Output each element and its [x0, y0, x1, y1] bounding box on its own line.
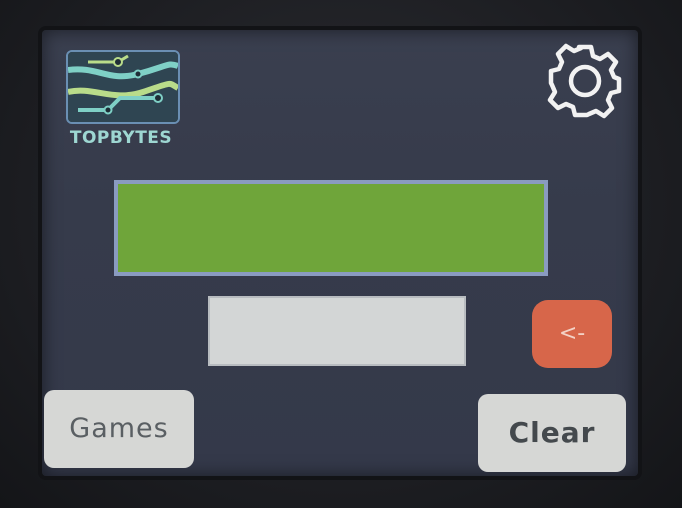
backspace-button[interactable]: <- [532, 300, 612, 368]
answer-input[interactable] [208, 296, 466, 366]
gear-icon [547, 43, 622, 119]
circuit-board-icon [66, 50, 180, 124]
settings-button[interactable] [544, 40, 626, 122]
device-frame: TOPBYTES <- Games Clear [0, 0, 682, 508]
clear-button[interactable]: Clear [478, 394, 626, 472]
games-button[interactable]: Games [44, 390, 194, 468]
result-display [114, 180, 548, 276]
logo-text: TOPBYTES [69, 128, 173, 148]
touch-screen: TOPBYTES <- Games Clear [42, 30, 638, 476]
topbytes-logo: TOPBYTES [60, 48, 182, 152]
